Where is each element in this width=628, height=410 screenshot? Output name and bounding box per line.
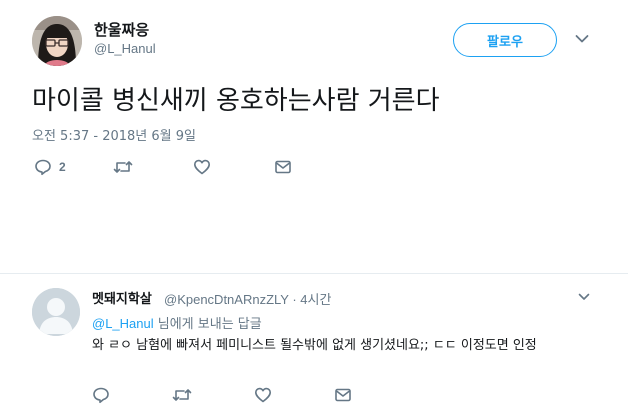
replying-to-user-link[interactable]: @L_Hanul	[92, 316, 154, 331]
reply-caret-down-icon[interactable]	[578, 293, 590, 301]
caret-down-icon[interactable]	[575, 34, 589, 44]
reply-count: 2	[59, 160, 66, 174]
like-action[interactable]	[193, 156, 211, 178]
reply-icon	[92, 386, 110, 404]
retweet-icon	[172, 386, 192, 404]
tweet-text: 마이콜 병신새끼 옹호하는사람 거른다	[32, 86, 440, 116]
retweet-action[interactable]	[113, 156, 133, 178]
reply-like-action[interactable]	[254, 384, 272, 406]
dm-icon	[334, 386, 352, 404]
dm-icon	[274, 158, 292, 176]
retweet-icon	[113, 158, 133, 176]
avatar-photo	[32, 16, 82, 66]
replying-to-suffix: 님에게 보내는 답글	[153, 317, 262, 332]
reply-retweet-action[interactable]	[172, 384, 192, 406]
reply-action[interactable]: 2	[34, 156, 66, 178]
dm-action[interactable]	[274, 156, 292, 178]
reply-icon	[34, 158, 52, 176]
default-avatar-icon	[32, 288, 80, 336]
author-display-name[interactable]: 한울짜응	[94, 19, 149, 40]
reply-author-handle-time[interactable]: @KpencDtnARnzZLY · 4시간	[164, 289, 331, 308]
tweet-timestamp[interactable]: 오전 5:37 - 2018년 6월 9일	[32, 125, 196, 144]
author-avatar[interactable]	[32, 16, 82, 66]
divider	[0, 273, 628, 274]
like-icon	[193, 158, 211, 176]
like-icon	[254, 386, 272, 404]
reply-author-display-name[interactable]: 멧돼지학살	[92, 288, 152, 307]
reply-author-avatar[interactable]	[32, 288, 80, 336]
replying-to-line: @L_Hanul 님에게 보내는 답글	[92, 313, 262, 332]
reply-dm-action[interactable]	[334, 384, 352, 406]
reply-reply-action[interactable]	[92, 384, 110, 406]
follow-button[interactable]: 팔로우	[453, 23, 557, 57]
author-username[interactable]: @L_Hanul	[94, 41, 156, 56]
reply-text: 와 ㄹㅇ 남혐에 빠져서 페미니스트 될수밖에 없게 생기셨네요;; ㄷㄷ 이정…	[92, 338, 537, 353]
